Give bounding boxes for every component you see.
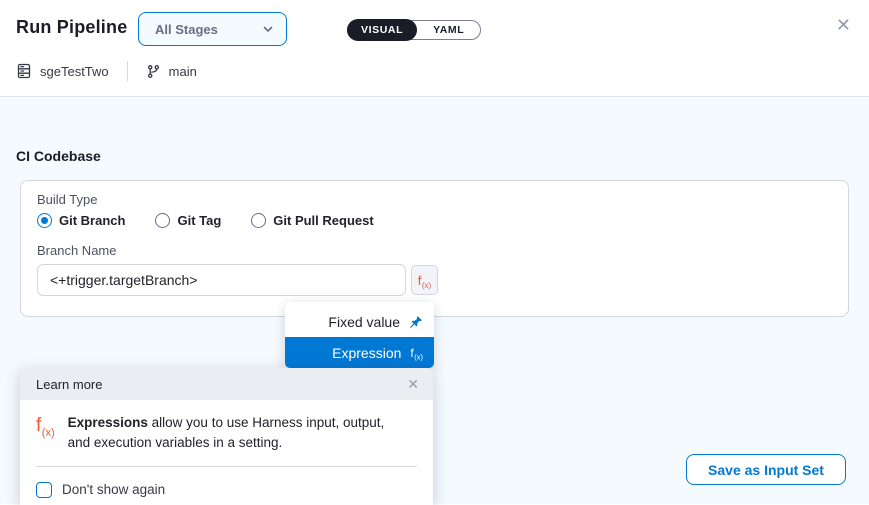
fx-icon: f(x): [410, 347, 423, 359]
popover-close-icon[interactable]: ✕: [407, 377, 419, 391]
stage-selector-value: All Stages: [155, 22, 218, 37]
fx-icon: f(x): [36, 416, 55, 435]
ci-codebase-card: Build Type Git Branch Git Tag Git Pull R…: [20, 180, 849, 317]
radio-circle[interactable]: [251, 213, 266, 228]
meta-divider: [127, 61, 128, 81]
page-title: Run Pipeline: [16, 17, 127, 38]
toggle-yaml[interactable]: YAML: [417, 24, 480, 36]
dont-show-again-label: Don't show again: [62, 482, 165, 497]
modal-body: CI Codebase Build Type Git Branch Git Ta…: [0, 98, 869, 504]
learn-more-popover: Learn more ✕ f(x) Expressions allow you …: [20, 368, 433, 505]
radio-circle[interactable]: [155, 213, 170, 228]
branch-name-input[interactable]: [37, 264, 406, 296]
radio-label: Git Tag: [177, 213, 221, 228]
menu-item-label: Fixed value: [328, 314, 400, 330]
fx-icon: f(x): [418, 274, 431, 287]
repository-icon: [16, 63, 32, 79]
description-bold: Expressions: [68, 415, 148, 430]
save-as-input-set-button[interactable]: Save as Input Set: [686, 454, 846, 485]
radio-label: Git Pull Request: [273, 213, 373, 228]
dont-show-again-checkbox[interactable]: [36, 482, 52, 498]
pin-icon: [409, 315, 423, 329]
git-branch-icon: [146, 64, 161, 79]
popover-body: f(x) Expressions allow you to use Harnes…: [20, 400, 433, 498]
stage-selector-dropdown[interactable]: All Stages: [138, 12, 287, 46]
build-type-label: Build Type: [37, 192, 97, 207]
dont-show-again-row[interactable]: Don't show again: [36, 482, 417, 498]
chevron-down-icon: [262, 23, 274, 35]
pipeline-meta-row: sgeTestTwo main: [16, 60, 197, 82]
value-type-menu: Fixed value Expression f(x): [285, 302, 434, 368]
expression-fx-button[interactable]: f(x): [411, 265, 438, 295]
repo-meta: sgeTestTwo: [16, 63, 109, 79]
toggle-visual[interactable]: VISUAL: [347, 19, 417, 41]
build-type-radio-group: Git Branch Git Tag Git Pull Request: [37, 213, 374, 228]
popover-header: Learn more ✕: [20, 368, 433, 400]
radio-circle-selected[interactable]: [37, 213, 52, 228]
radio-git-pull-request[interactable]: Git Pull Request: [251, 213, 373, 228]
branch-name: main: [169, 64, 197, 79]
menu-item-expression[interactable]: Expression f(x): [285, 337, 434, 368]
popover-divider: [36, 466, 417, 467]
radio-git-tag[interactable]: Git Tag: [155, 213, 221, 228]
menu-item-fixed-value[interactable]: Fixed value: [285, 307, 434, 337]
ci-codebase-title: CI Codebase: [16, 148, 101, 164]
visual-yaml-toggle: VISUAL YAML: [347, 20, 481, 40]
radio-git-branch[interactable]: Git Branch: [37, 213, 125, 228]
repo-name: sgeTestTwo: [40, 64, 109, 79]
branch-name-label: Branch Name: [37, 243, 116, 258]
run-pipeline-modal: Run Pipeline All Stages VISUAL YAML ✕: [0, 0, 869, 504]
expression-description: Expressions allow you to use Harness inp…: [68, 413, 402, 454]
branch-meta: main: [146, 64, 197, 79]
expression-description-row: f(x) Expressions allow you to use Harnes…: [36, 413, 417, 454]
close-icon[interactable]: ✕: [832, 12, 855, 38]
popover-title: Learn more: [36, 377, 102, 392]
menu-item-label: Expression: [332, 345, 401, 361]
radio-label: Git Branch: [59, 213, 125, 228]
modal-header: Run Pipeline All Stages VISUAL YAML ✕: [0, 0, 869, 97]
